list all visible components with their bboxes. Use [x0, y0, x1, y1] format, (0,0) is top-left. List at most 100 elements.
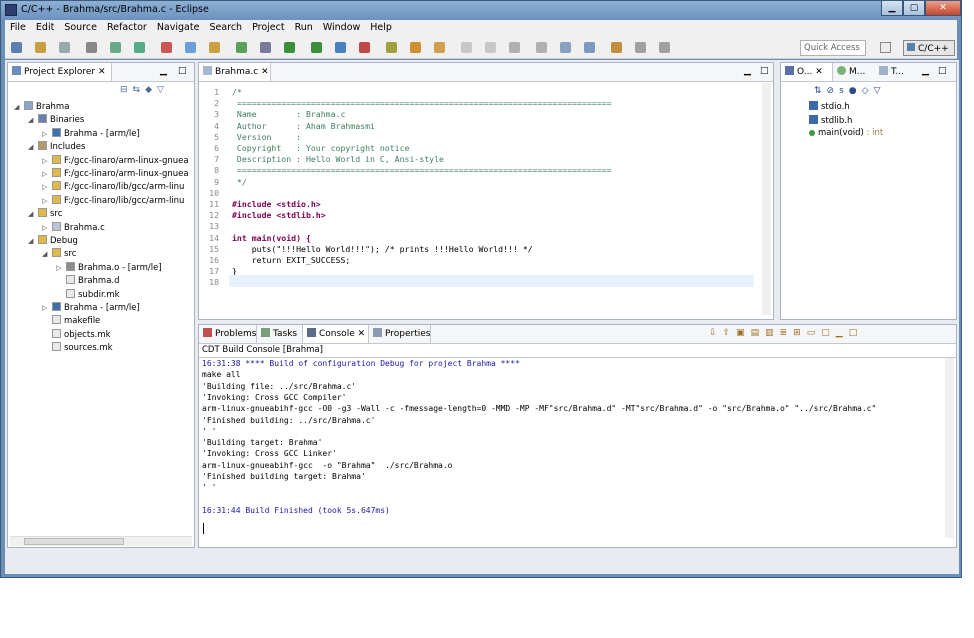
back-icon[interactable] [611, 42, 622, 53]
run-ext-icon[interactable] [335, 42, 346, 53]
menu-source[interactable]: Source [59, 20, 102, 35]
perspective-cc-button[interactable]: C/C++ [903, 40, 955, 56]
expand-arrow-icon[interactable]: ▷ [56, 264, 66, 272]
maximize-icon[interactable]: □ [938, 66, 947, 76]
collapse-arrow-icon[interactable]: ◢ [28, 210, 38, 218]
explorer-horizontal-scrollbar[interactable] [10, 536, 192, 546]
word-wrap-icon[interactable]: ≣ [780, 328, 794, 338]
minimize-icon[interactable]: ▁ [922, 66, 929, 76]
tab-properties[interactable]: Properties [369, 325, 431, 343]
expand-arrow-icon[interactable]: ▷ [42, 130, 52, 138]
new-file-icon[interactable] [260, 42, 271, 53]
save-icon[interactable] [35, 42, 46, 53]
mark-icon[interactable] [509, 42, 520, 53]
outline-item[interactable]: main(void) : int [809, 128, 883, 138]
maximize-icon[interactable]: □ [760, 66, 769, 76]
edit-icon[interactable] [485, 42, 496, 53]
scroll-up-icon[interactable]: ⇧ [723, 328, 737, 338]
tree-item[interactable]: ▷ Brahma.o - [arm/le] [56, 261, 162, 273]
tree-item[interactable]: ▷ F:/gcc-linaro/lib/gcc/arm-linu [42, 181, 184, 192]
tree-item[interactable]: ▷ Brahma - [arm/le] [42, 302, 140, 313]
group-icon[interactable]: ◇ [862, 86, 874, 96]
tree-item[interactable]: subdir.mk [56, 288, 120, 300]
menu-run[interactable]: Run [290, 20, 318, 35]
save-all-icon[interactable] [59, 42, 70, 53]
expand-arrow-icon[interactable]: ▷ [42, 197, 52, 205]
tab-task-list[interactable]: T... [875, 63, 913, 81]
print-icon[interactable] [86, 42, 97, 53]
tree-item[interactable]: ▷ Brahma - [arm/le] [42, 127, 140, 139]
tree-item[interactable]: ▷ F:/gcc-linaro/arm-linux-gnuea [42, 154, 189, 166]
hide-static-icon[interactable]: ꜱ [839, 86, 849, 96]
tab-console[interactable]: Console ✕ [303, 325, 369, 343]
view-menu-icon[interactable]: ▽ [874, 86, 886, 96]
tree-item[interactable]: ◢ Debug [28, 235, 78, 246]
menu-edit[interactable]: Edit [31, 20, 59, 35]
expand-arrow-icon[interactable]: ▷ [42, 157, 52, 165]
settings-icon[interactable] [110, 42, 121, 53]
tree-item[interactable]: sources.mk [42, 342, 113, 353]
collapse-arrow-icon[interactable]: ◢ [14, 103, 24, 111]
new-class-icon[interactable] [236, 42, 247, 53]
collapse-arrow-icon[interactable]: ◢ [42, 250, 52, 258]
tab-brahma-c[interactable]: Brahma.c ✕ [199, 63, 271, 81]
menu-project[interactable]: Project [247, 20, 290, 35]
tree-item[interactable]: makefile [42, 315, 100, 326]
new-folder-icon[interactable] [209, 42, 220, 53]
scroll-lock-icon[interactable]: ▣ [736, 328, 751, 338]
close-icon[interactable]: ✕ [98, 67, 106, 77]
open-type-icon[interactable] [410, 42, 421, 53]
minimize-button[interactable]: ▁ [881, 1, 903, 16]
minimize-icon[interactable]: ▁ [744, 66, 751, 76]
outline-item[interactable]: stdlib.h [809, 114, 852, 126]
build-icon[interactable] [134, 42, 145, 53]
editor-vertical-scrollbar[interactable] [762, 83, 771, 315]
open-console-icon[interactable]: ▢ [821, 328, 836, 338]
new-icon[interactable] [11, 42, 22, 53]
build-all-icon[interactable] [161, 42, 172, 53]
tree-item[interactable]: ◢ Brahma [14, 101, 69, 112]
collapse-arrow-icon[interactable]: ◢ [28, 143, 38, 151]
tree-item[interactable]: ◢ Includes [28, 141, 85, 152]
menu-search[interactable]: Search [204, 20, 247, 35]
close-icon[interactable]: ✕ [355, 329, 366, 339]
task-icon[interactable] [461, 42, 472, 53]
coverage-icon[interactable] [359, 42, 370, 53]
console-vertical-scrollbar[interactable] [945, 358, 954, 538]
maximize-icon[interactable]: □ [849, 328, 864, 338]
run-icon[interactable] [311, 42, 322, 53]
tree-item[interactable]: Brahma.d [56, 275, 120, 286]
open-folder-icon[interactable] [434, 42, 445, 53]
menu-help[interactable]: Help [365, 20, 397, 35]
prev-edit-icon[interactable] [560, 42, 571, 53]
tab-make-targets[interactable]: M... [833, 63, 875, 81]
tab-problems[interactable]: Problems [199, 325, 257, 343]
tab-outline[interactable]: O... ✕ [781, 63, 833, 81]
expand-arrow-icon[interactable]: ▷ [42, 170, 52, 178]
collapse-arrow-icon[interactable]: ◢ [28, 237, 38, 245]
collapse-all-icon[interactable]: ⊟ [120, 85, 133, 95]
forward-icon[interactable] [635, 42, 646, 53]
next-annotation-icon[interactable] [584, 42, 595, 53]
quick-access-input[interactable]: Quick Access [800, 40, 866, 56]
collapse-arrow-icon[interactable]: ◢ [28, 116, 38, 124]
expand-arrow-icon[interactable]: ▷ [42, 183, 52, 191]
clear-console-icon[interactable]: ▤ [751, 328, 766, 338]
close-button[interactable]: ✕ [925, 1, 961, 16]
copy-icon[interactable]: ▥ [765, 328, 780, 338]
tree-item[interactable]: objects.mk [42, 328, 111, 340]
menu-navigate[interactable]: Navigate [152, 20, 205, 35]
maximize-button[interactable]: ▢ [903, 1, 925, 16]
new-project-icon[interactable] [185, 42, 196, 53]
expand-arrow-icon[interactable]: ▷ [42, 224, 52, 232]
annotation-icon[interactable] [536, 42, 547, 53]
expand-arrow-icon[interactable]: ▷ [42, 304, 52, 312]
sort-icon[interactable]: ⇅ [814, 86, 827, 96]
close-icon[interactable]: ✕ [261, 67, 269, 77]
pin-console-icon[interactable]: ⊞ [793, 328, 807, 338]
open-perspective-icon[interactable] [880, 42, 891, 53]
debug-icon[interactable] [284, 42, 295, 53]
hide-non-public-icon[interactable]: ● [849, 86, 862, 96]
filter-icon[interactable]: ◆ [145, 85, 157, 95]
display-console-icon[interactable]: ▭ [807, 328, 822, 338]
